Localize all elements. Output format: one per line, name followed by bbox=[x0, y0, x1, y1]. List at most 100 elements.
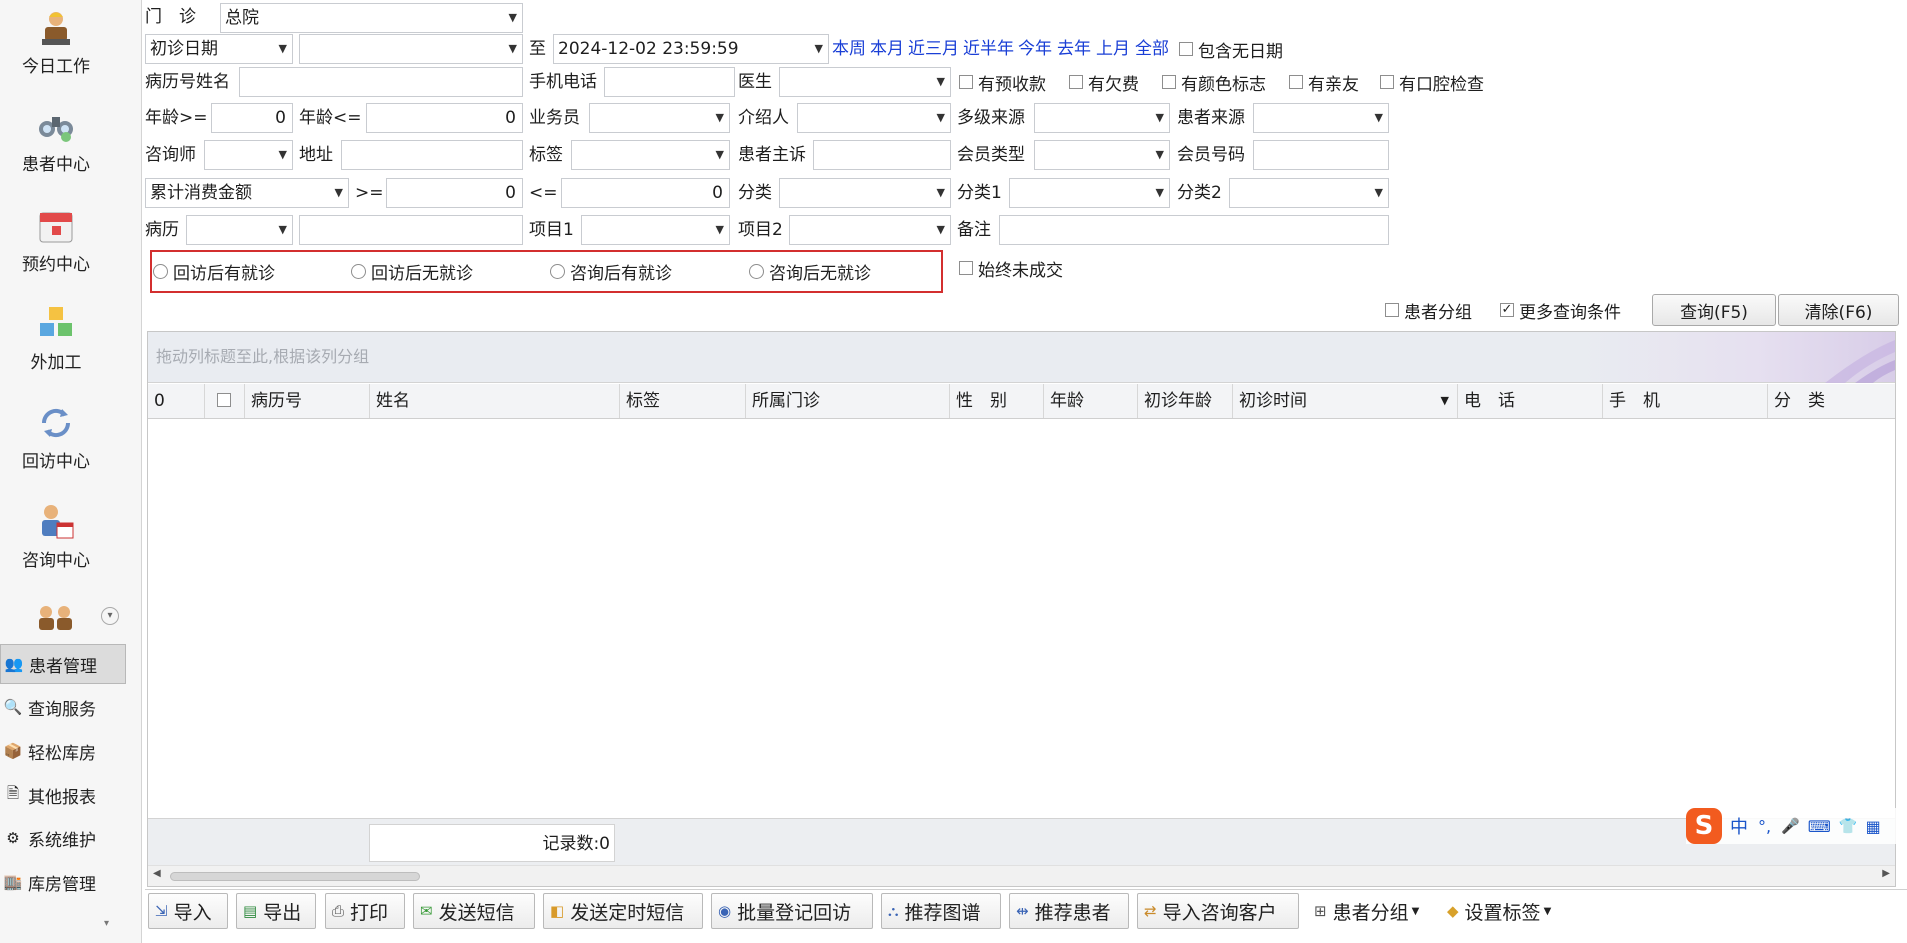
note-input[interactable] bbox=[999, 215, 1389, 245]
scroll-left-icon[interactable]: ◀ bbox=[153, 868, 161, 879]
member-type-select[interactable]: ▼ bbox=[1034, 140, 1170, 170]
amount-type-select[interactable]: 累计消费金额 ▼ bbox=[145, 178, 349, 208]
history-select[interactable]: ▼ bbox=[186, 215, 293, 245]
nav-query-service[interactable]: 🔍 查询服务 bbox=[0, 687, 126, 727]
category1-select[interactable]: ▼ bbox=[1009, 178, 1170, 208]
ime-skin-icon[interactable]: 👕 bbox=[1839, 817, 1858, 835]
ime-microphone-icon[interactable]: 🎤 bbox=[1781, 817, 1800, 835]
link-all[interactable]: 全部 bbox=[1135, 34, 1169, 64]
print-button[interactable]: ⎙ 打印 bbox=[325, 893, 405, 929]
complaint-input[interactable] bbox=[813, 140, 951, 170]
recommend-patient-button[interactable]: ⇹ 推荐患者 bbox=[1009, 893, 1129, 929]
amount-max-input[interactable]: 0 bbox=[561, 178, 730, 208]
link-this-year[interactable]: 今年 bbox=[1018, 34, 1052, 64]
record-name-input[interactable] bbox=[239, 67, 523, 97]
expand-chevron-icon[interactable]: ▾ bbox=[101, 607, 119, 625]
include-no-date-checkbox[interactable]: 包含无日期 bbox=[1179, 37, 1283, 62]
nav-return-visit-center[interactable]: 回访中心 bbox=[0, 403, 112, 472]
ime-keyboard-icon[interactable]: ⌨ bbox=[1808, 817, 1831, 836]
group-panel[interactable]: 拖动列标题至此,根据该列分组 bbox=[148, 332, 1895, 383]
link-last-month[interactable]: 上月 bbox=[1096, 34, 1130, 64]
has-relative-checkbox[interactable]: 有亲友 bbox=[1289, 70, 1359, 95]
amount-min-input[interactable]: 0 bbox=[386, 178, 523, 208]
radio-visit-then-treated[interactable]: 回访后有就诊 bbox=[153, 259, 275, 284]
nav-system-maintenance[interactable]: ⚙ 系统维护 bbox=[0, 818, 126, 858]
item1-select[interactable]: ▼ bbox=[581, 215, 730, 245]
salesman-select[interactable]: ▼ bbox=[589, 103, 730, 133]
history-input[interactable] bbox=[299, 215, 523, 245]
col-select-all[interactable] bbox=[205, 384, 245, 418]
sidebar-more-icon[interactable]: ▾ bbox=[104, 918, 109, 929]
scrollbar-thumb[interactable] bbox=[170, 872, 420, 881]
export-button[interactable]: ▤ 导出 bbox=[236, 893, 316, 929]
ime-toolbar[interactable]: S 中 °, 🎤 ⌨ 👕 ▦ bbox=[1686, 808, 1901, 844]
has-debt-checkbox[interactable]: 有欠费 bbox=[1069, 70, 1139, 95]
link-this-week[interactable]: 本周 bbox=[832, 34, 866, 64]
import-consult-customer-button[interactable]: ⇄ 导入咨询客户 bbox=[1137, 893, 1299, 929]
link-last-half-year[interactable]: 近半年 bbox=[963, 34, 1014, 64]
tag-select[interactable]: ▼ bbox=[571, 140, 730, 170]
set-tag-dropdown[interactable]: ◆ 设置标签 ▼ bbox=[1440, 893, 1568, 929]
link-last-3-months[interactable]: 近三月 bbox=[908, 34, 959, 64]
link-last-year[interactable]: 去年 bbox=[1057, 34, 1091, 64]
col-category[interactable]: 分 类 bbox=[1768, 384, 1895, 418]
recommend-map-button[interactable]: ⛬ 推荐图谱 bbox=[881, 893, 1001, 929]
age-min-input[interactable]: 0 bbox=[211, 103, 293, 133]
col-tag[interactable]: 标签 bbox=[620, 384, 746, 418]
group-users-icon[interactable] bbox=[36, 604, 76, 637]
date-to-select[interactable]: 2024-12-02 23:59:59 ▼ bbox=[553, 34, 829, 64]
multi-source-select[interactable]: ▼ bbox=[1034, 103, 1170, 133]
nav-easy-warehouse[interactable]: 📦 轻松库房 bbox=[0, 731, 126, 771]
patient-group-checkbox[interactable]: 患者分组 bbox=[1385, 298, 1472, 323]
col-mobile[interactable]: 手 机 bbox=[1603, 384, 1768, 418]
scroll-right-icon[interactable]: ▶ bbox=[1882, 868, 1890, 879]
patient-source-select[interactable]: ▼ bbox=[1253, 103, 1389, 133]
radio-visit-not-treated[interactable]: 回访后无就诊 bbox=[351, 259, 473, 284]
send-timed-sms-button[interactable]: ◧ 发送定时短信 bbox=[543, 893, 703, 929]
col-age[interactable]: 年龄 bbox=[1044, 384, 1138, 418]
send-sms-button[interactable]: ✉ 发送短信 bbox=[413, 893, 535, 929]
category-select[interactable]: ▼ bbox=[779, 178, 951, 208]
member-no-input[interactable] bbox=[1253, 140, 1389, 170]
nav-patient-management[interactable]: 👥 患者管理 bbox=[0, 644, 126, 684]
nav-consultation-center[interactable]: 咨询中心 bbox=[0, 502, 112, 571]
query-button[interactable]: 查询(F5) bbox=[1652, 294, 1776, 326]
ime-chinese-mode[interactable]: 中 bbox=[1730, 813, 1748, 839]
category2-select[interactable]: ▼ bbox=[1229, 178, 1389, 208]
col-name[interactable]: 姓名 bbox=[370, 384, 620, 418]
col-first-age[interactable]: 初诊年龄 bbox=[1138, 384, 1233, 418]
radio-consult-then-treated[interactable]: 咨询后有就诊 bbox=[550, 259, 672, 284]
link-this-month[interactable]: 本月 bbox=[870, 34, 904, 64]
has-prepay-checkbox[interactable]: 有预收款 bbox=[959, 70, 1046, 95]
col-record-no[interactable]: 病历号 bbox=[245, 384, 370, 418]
radio-consult-not-treated[interactable]: 咨询后无就诊 bbox=[749, 259, 871, 284]
doctor-select[interactable]: ▼ bbox=[779, 67, 951, 97]
never-deal-checkbox[interactable]: 始终未成交 bbox=[959, 256, 1063, 281]
horizontal-scrollbar[interactable]: ◀ ▶ bbox=[148, 865, 1895, 886]
age-max-input[interactable]: 0 bbox=[366, 103, 523, 133]
clear-button[interactable]: 清除(F6) bbox=[1778, 294, 1899, 326]
item2-select[interactable]: ▼ bbox=[789, 215, 951, 245]
nav-outsourcing[interactable]: 外加工 bbox=[0, 304, 112, 373]
ime-toolbox-icon[interactable]: ▦ bbox=[1866, 817, 1881, 836]
clinic-select[interactable]: 总院 ▼ bbox=[220, 3, 523, 33]
more-conditions-checkbox[interactable]: ✓ 更多查询条件 bbox=[1500, 298, 1621, 323]
patient-group-dropdown[interactable]: ⊞ 患者分组 ▼ bbox=[1307, 893, 1435, 929]
nav-patient-center[interactable]: 患者中心 bbox=[0, 106, 112, 175]
consultant-select[interactable]: ▼ bbox=[204, 140, 293, 170]
col-row-count[interactable]: 0 bbox=[148, 384, 205, 418]
col-clinic[interactable]: 所属门诊 bbox=[746, 384, 950, 418]
introducer-select[interactable]: ▼ bbox=[797, 103, 951, 133]
grid-body[interactable] bbox=[148, 420, 1895, 818]
has-color-flag-checkbox[interactable]: 有颜色标志 bbox=[1162, 70, 1266, 95]
batch-return-visit-button[interactable]: ◉ 批量登记回访 bbox=[711, 893, 873, 929]
ime-punctuation-icon[interactable]: °, bbox=[1758, 817, 1771, 836]
col-gender[interactable]: 性 别 bbox=[950, 384, 1044, 418]
col-phone[interactable]: 电 话 bbox=[1458, 384, 1603, 418]
date-from-select[interactable]: ▼ bbox=[299, 34, 523, 64]
address-input[interactable] bbox=[341, 140, 523, 170]
has-oral-check-checkbox[interactable]: 有口腔检查 bbox=[1380, 70, 1484, 95]
ime-logo-icon[interactable]: S bbox=[1686, 808, 1722, 844]
import-button[interactable]: ⇲ 导入 bbox=[148, 893, 228, 929]
phone-input[interactable] bbox=[604, 67, 735, 97]
